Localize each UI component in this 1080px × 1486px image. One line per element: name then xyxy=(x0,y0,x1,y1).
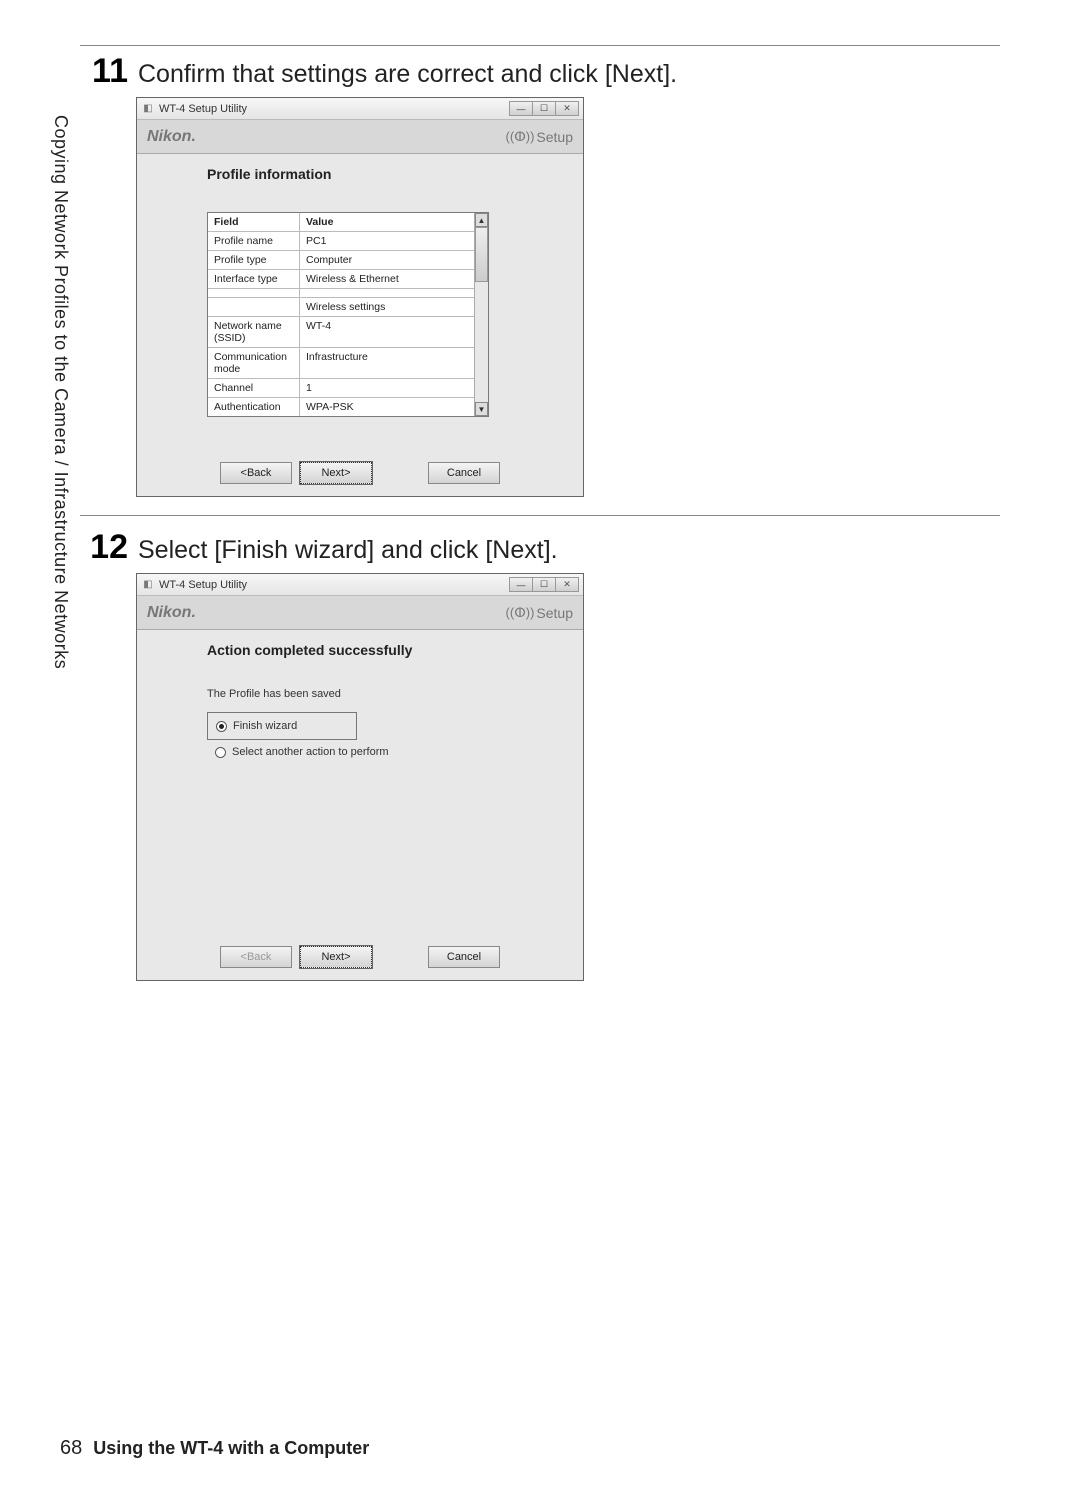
scrollbar[interactable]: ▲ ▼ xyxy=(474,213,488,416)
scroll-thumb[interactable] xyxy=(475,227,488,282)
table-row: Interface type Wireless & Ethernet xyxy=(208,270,474,289)
brand-logo: Nikon. xyxy=(147,128,196,146)
next-button[interactable]: Next> xyxy=(300,946,372,968)
maximize-button[interactable]: ☐ xyxy=(532,577,556,592)
radio-label: Select another action to perform xyxy=(232,746,389,758)
step-text: Select [Finish wizard] and click [Next]. xyxy=(138,530,558,565)
step-number: 12 xyxy=(80,530,128,564)
scroll-track[interactable] xyxy=(475,227,488,402)
minimize-button[interactable]: — xyxy=(509,101,533,116)
dialog-content: Action completed successfully The Profil… xyxy=(137,630,583,938)
antenna-icon: ((ⵀ)) xyxy=(506,129,535,145)
content-heading: Profile information xyxy=(207,166,569,182)
antenna-icon: ((ⵀ)) xyxy=(506,605,535,621)
table-row: Authentication WPA-PSK xyxy=(208,398,474,416)
page-footer: 68 Using the WT-4 with a Computer xyxy=(60,1437,369,1460)
table-row: Profile name PC1 xyxy=(208,232,474,251)
step-11: 11 Confirm that settings are correct and… xyxy=(80,54,1000,89)
scroll-up-icon[interactable]: ▲ xyxy=(475,213,488,227)
scroll-down-icon[interactable]: ▼ xyxy=(475,402,488,416)
dialog-profile-info: ◧ WT-4 Setup Utility — ☐ ✕ Nikon. ((ⵀ)) … xyxy=(136,97,584,497)
maximize-button[interactable]: ☐ xyxy=(532,101,556,116)
window-title: WT-4 Setup Utility xyxy=(159,103,247,115)
col-field: Field xyxy=(208,213,300,231)
radio-label: Finish wizard xyxy=(233,720,297,732)
dialog-buttons: <Back Next> Cancel xyxy=(137,454,583,496)
cancel-button[interactable]: Cancel xyxy=(428,462,500,484)
radio-selected-icon xyxy=(216,721,227,732)
setup-logo: ((ⵀ)) Setup xyxy=(506,129,573,145)
brand-logo: Nikon. xyxy=(147,604,196,622)
minimize-button[interactable]: — xyxy=(509,577,533,592)
content-heading: Action completed successfully xyxy=(207,642,569,658)
table-row: Profile type Computer xyxy=(208,251,474,270)
titlebar: ◧ WT-4 Setup Utility — ☐ ✕ xyxy=(137,98,583,120)
setup-label: Setup xyxy=(536,605,573,621)
col-value: Value xyxy=(300,213,474,231)
titlebar: ◧ WT-4 Setup Utility — ☐ ✕ xyxy=(137,574,583,596)
radio-finish-wizard[interactable]: Finish wizard xyxy=(216,718,348,734)
saved-message: The Profile has been saved xyxy=(207,688,569,700)
dialog-buttons: <Back Next> Cancel xyxy=(137,938,583,980)
page-number: 68 xyxy=(60,1437,82,1459)
next-button[interactable]: Next> xyxy=(300,462,372,484)
close-button[interactable]: ✕ xyxy=(555,577,579,592)
table-header: Field Value xyxy=(208,213,474,232)
table-row: Channel 1 xyxy=(208,379,474,398)
window-title: WT-4 Setup Utility xyxy=(159,579,247,591)
manual-page: Copying Network Profiles to the Camera /… xyxy=(0,0,1080,1486)
close-button[interactable]: ✕ xyxy=(555,101,579,116)
footer-title: Using the WT-4 with a Computer xyxy=(93,1438,369,1458)
divider xyxy=(80,45,1000,46)
table-row: Network name (SSID) WT-4 xyxy=(208,317,474,348)
radio-unselected-icon xyxy=(215,747,226,758)
dialog-content: Profile information Field Value Profile … xyxy=(137,154,583,454)
dialog-header: Nikon. ((ⵀ)) Setup xyxy=(137,596,583,630)
table-section: Wireless settings xyxy=(208,298,474,317)
dialog-action-completed: ◧ WT-4 Setup Utility — ☐ ✕ Nikon. ((ⵀ)) … xyxy=(136,573,584,981)
divider xyxy=(80,515,1000,516)
table-gap xyxy=(208,289,474,298)
step-text: Confirm that settings are correct and cl… xyxy=(138,54,677,89)
profile-table: Field Value Profile name PC1 Profile typ… xyxy=(207,212,489,417)
step-number: 11 xyxy=(80,54,128,88)
dialog-header: Nikon. ((ⵀ)) Setup xyxy=(137,120,583,154)
app-icon: ◧ xyxy=(141,578,155,592)
setup-logo: ((ⵀ)) Setup xyxy=(506,605,573,621)
section-title-vertical: Copying Network Profiles to the Camera /… xyxy=(50,115,71,669)
back-button: <Back xyxy=(220,946,292,968)
step-12: 12 Select [Finish wizard] and click [Nex… xyxy=(80,530,1000,565)
setup-label: Setup xyxy=(536,129,573,145)
back-button[interactable]: <Back xyxy=(220,462,292,484)
cancel-button[interactable]: Cancel xyxy=(428,946,500,968)
table-row: Communication mode Infrastructure xyxy=(208,348,474,379)
radio-group-box: Finish wizard xyxy=(207,712,357,740)
radio-select-another[interactable]: Select another action to perform xyxy=(207,744,569,760)
window-controls: — ☐ ✕ xyxy=(510,577,579,592)
app-icon: ◧ xyxy=(141,102,155,116)
window-controls: — ☐ ✕ xyxy=(510,101,579,116)
